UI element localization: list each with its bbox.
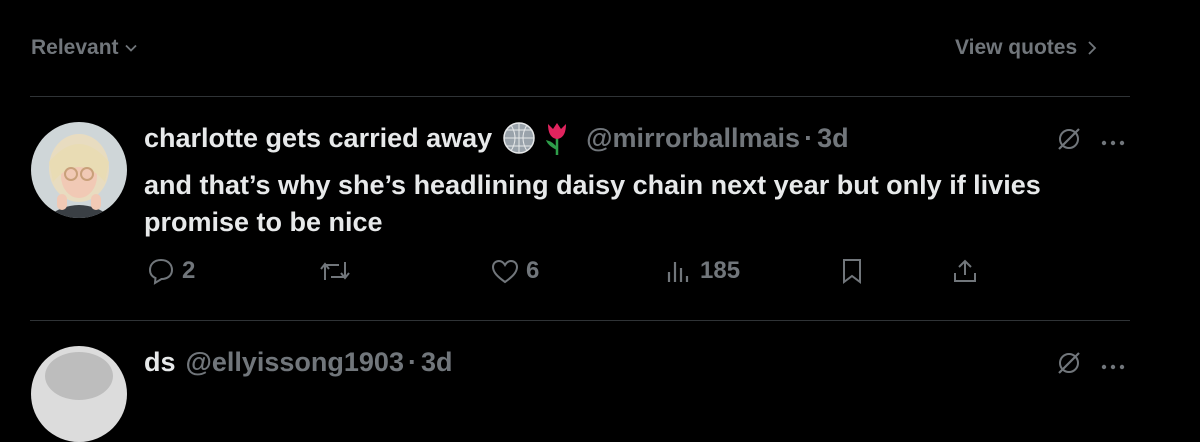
chevron-down-icon [124,44,137,52]
tweet-actions: 2 6 185 [0,256,1200,296]
reply-sort-bar: Relevant View quotes [0,0,1200,96]
timestamp-next[interactable]: 3d [421,347,453,378]
heart-icon [491,259,519,284]
reply-icon [148,258,174,285]
chevron-right-icon [1088,41,1097,55]
top-divider [30,96,1130,97]
like-button[interactable]: 6 [490,256,539,286]
separator: · [804,122,814,153]
grok-icon[interactable] [1056,126,1082,157]
more-options-icon[interactable] [1100,134,1126,152]
tweet-header: charlotte gets carried away @mirrorballm… [144,120,849,156]
repost-icon [320,262,350,280]
reply-button[interactable]: 2 [146,256,195,286]
share-button[interactable] [950,256,980,286]
reply-count: 2 [182,257,196,284]
separator-next: · [407,346,417,377]
avatar[interactable] [31,122,127,218]
sort-dropdown[interactable]: Relevant [31,36,139,60]
views-icon [667,262,689,282]
repost-button[interactable] [318,256,352,286]
views-button[interactable]: 185 [664,256,740,286]
share-icon [954,259,976,282]
tweet-divider [30,320,1130,321]
bookmark-button[interactable] [837,256,867,286]
view-count: 185 [700,257,741,284]
tweet-text: and that’s why she’s headlining daisy ch… [144,170,1041,237]
more-options-icon[interactable] [1100,358,1126,376]
sort-label: Relevant [31,36,119,59]
avatar-image [31,122,127,218]
tulip-icon [546,123,567,155]
timestamp[interactable]: 3d [817,123,849,154]
disco-ball-icon [503,122,535,154]
handle-next[interactable]: @ellyissong1903 [186,347,404,378]
display-name-next[interactable]: ds [144,347,176,378]
tweet-next-header: ds @ellyissong1903 · 3d [144,344,452,380]
avatar-next-image [31,346,127,442]
like-count: 6 [526,257,540,284]
view-quotes-label: View quotes [955,36,1078,59]
display-name[interactable]: charlotte gets carried away [144,123,492,154]
bookmark-icon [843,259,861,284]
avatar-next[interactable] [31,346,127,442]
view-quotes-link[interactable]: View quotes [955,36,1099,60]
handle[interactable]: @mirrorballmais [586,123,800,154]
